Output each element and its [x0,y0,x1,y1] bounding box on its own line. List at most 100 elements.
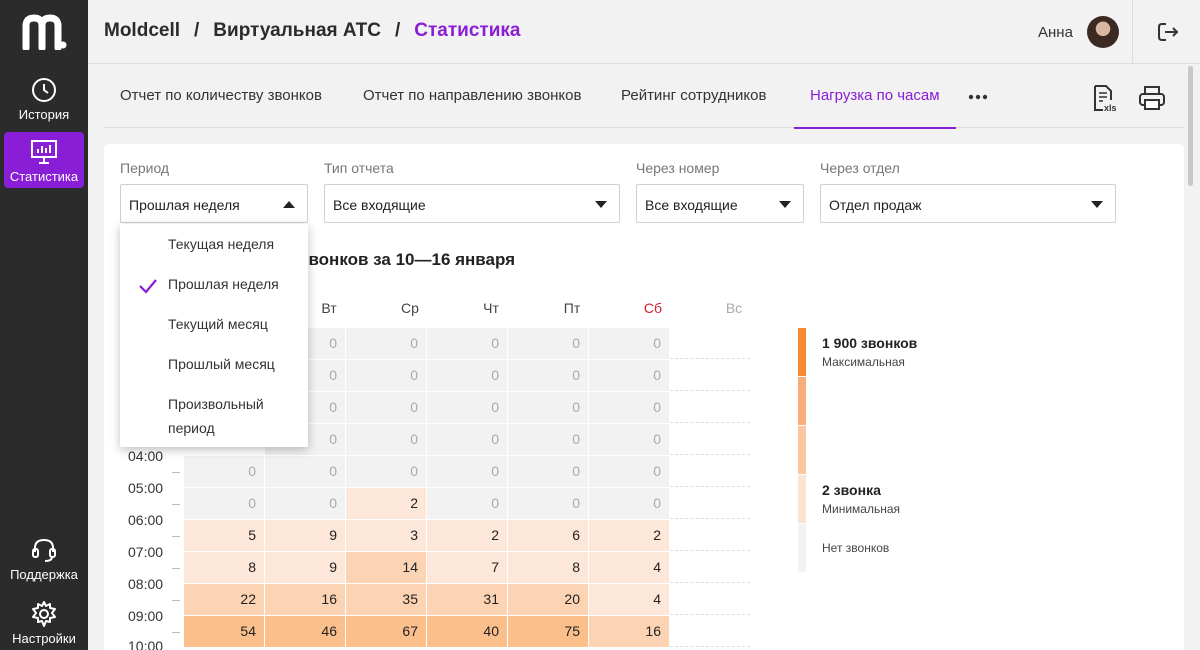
heatmap-cell: 0 [427,360,507,391]
divider [1132,0,1133,64]
chart-icon [31,140,57,164]
heatmap-cell: 0 [346,456,426,487]
user-name[interactable]: Анна [1038,24,1073,41]
legend-swatch [798,475,806,523]
logout-icon[interactable] [1156,20,1180,44]
print-icon[interactable] [1138,84,1166,112]
heatmap-cell: 0 [346,424,426,455]
day-header: Пт [563,300,581,316]
heatmap-cell: 4 [589,584,669,615]
heatmap-cell: 3 [346,520,426,551]
heatmap-cell: 2 [427,520,507,551]
department-select[interactable]: Отдел продаж [820,184,1116,223]
heatmap-cell: 0 [346,360,426,391]
sidebar-item-history[interactable]: История [4,70,84,126]
day-header: Чт [483,300,499,316]
heatmap-cell: 9 [265,552,345,583]
tab-employee-rating[interactable]: Рейтинг сотрудников [621,64,766,128]
sidebar-item-statistics[interactable]: Статистика [4,132,84,188]
heatmap-cell: 0 [427,488,507,519]
hour-label: 06:00 [128,512,164,528]
period-option[interactable]: Текущий месяц [168,312,298,336]
heatmap-cell: 0 [184,488,264,519]
heatmap-cell-sunday [670,456,750,487]
heatmap-cell: 0 [589,488,669,519]
hour-label: 08:00 [128,576,164,592]
hour-tick [172,536,180,537]
heatmap-cell: 0 [427,328,507,359]
tab-call-direction[interactable]: Отчет по направлению звонков [363,64,581,128]
sidebar-item-settings[interactable]: Настройки [4,594,84,650]
legend-max-title: 1 900 звонков [822,335,918,351]
heatmap-cell: 31 [427,584,507,615]
check-icon [139,279,157,294]
heatmap-cell: 0 [589,328,669,359]
heatmap-cell: 0 [508,392,588,423]
legend-min-title: 2 звонка [822,482,881,498]
more-icon[interactable] [968,94,988,100]
sidebar-item-label: Поддержка [10,567,78,582]
heatmap-cell: 16 [265,584,345,615]
report-title: звонков за 10—16 января [300,250,516,269]
legend-max-sub: Максимальная [822,355,905,369]
heatmap-cell: 22 [184,584,264,615]
period-option[interactable]: Произвольный период [168,392,298,440]
export-xls-icon[interactable]: xls [1090,84,1118,112]
page-scrollbar[interactable] [1188,66,1193,186]
heatmap-cell: 35 [346,584,426,615]
heatmap-cell: 5 [184,520,264,551]
heatmap-cell-sunday [670,520,750,551]
heatmap-cell: 67 [346,616,426,647]
tab-hourly-load[interactable]: Нагрузка по часам [794,64,956,129]
period-option[interactable]: Текущая неделя [168,232,298,256]
avatar[interactable] [1087,16,1119,48]
heatmap-cell: 0 [427,392,507,423]
hour-label: 04:00 [128,448,164,464]
heatmap-cell: 9 [265,520,345,551]
hour-label: 09:00 [128,608,164,624]
filter-label: Тип отчета [324,160,394,176]
sidebar: История Статистика Поддержка Настройки [0,0,88,650]
legend-none: Нет звонков [822,541,890,555]
heatmap-cell: 54 [184,616,264,647]
heatmap-cell: 14 [346,552,426,583]
heatmap-cell: 16 [589,616,669,647]
gear-icon [32,601,56,627]
legend-min-sub: Минимальная [822,502,901,516]
day-header-sunday: Вс [725,300,743,316]
breadcrumb-separator: / [194,20,200,41]
moldcell-logo[interactable] [22,14,68,50]
heatmap-cell: 40 [427,616,507,647]
period-select[interactable]: Прошлая неделя [120,184,308,223]
period-option[interactable]: Прошлый месяц [168,352,298,376]
breadcrumb-item[interactable]: Moldcell [104,20,180,41]
heatmap-cell: 8 [508,552,588,583]
legend-swatch [798,524,806,572]
chevron-down-icon [779,201,791,208]
heatmap-cell: 75 [508,616,588,647]
heatmap-cell: 0 [427,456,507,487]
breadcrumb-separator: / [394,20,401,41]
heatmap-cell: 0 [265,488,345,519]
report-type-select[interactable]: Все входящие [324,184,620,223]
heatmap-cell: 0 [508,360,588,391]
select-value: Все входящие [333,197,426,213]
hour-label: 07:00 [128,544,164,560]
report-tabs: Отчет по количеству звонков Отчет по нап… [104,64,1184,129]
svg-text:xls: xls [1104,103,1117,112]
sidebar-item-support[interactable]: Поддержка [4,530,84,586]
period-option-selected[interactable]: Прошлая неделя [168,272,298,296]
hour-tick [172,472,180,473]
heatmap-cell: 0 [589,424,669,455]
sidebar-item-label: Настройки [12,631,76,646]
heatmap-cell: 46 [265,616,345,647]
heatmap-cell: 0 [589,360,669,391]
period-dropdown-menu: Текущая неделя Прошлая неделя Текущий ме… [120,224,308,447]
breadcrumb-item[interactable]: Виртуальная АТС [213,20,381,41]
tab-call-count[interactable]: Отчет по количеству звонков [120,64,322,128]
sidebar-item-label: Статистика [9,169,79,184]
heatmap-cell-sunday [670,328,750,359]
hour-label: 05:00 [128,480,164,496]
heatmap-cell: 4 [589,552,669,583]
number-select[interactable]: Все входящие [636,184,804,223]
